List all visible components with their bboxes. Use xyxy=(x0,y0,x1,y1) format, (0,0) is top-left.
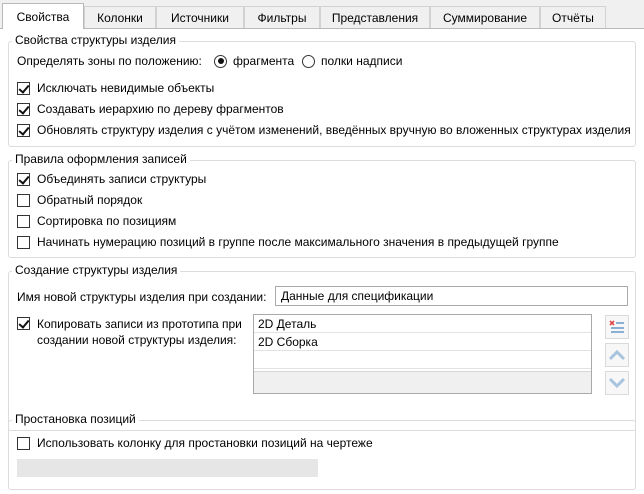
tab-columns[interactable]: Колонки xyxy=(84,6,156,28)
checkbox-label: Сортировка по позициям xyxy=(37,214,177,228)
use-column-checkbox[interactable]: Использовать колонку для простановки поз… xyxy=(17,436,373,450)
arrow-down-icon xyxy=(608,377,626,389)
column-select-disabled[interactable] xyxy=(17,459,318,477)
checkbox-label: Начинать нумерацию позиций в группе посл… xyxy=(37,235,559,249)
checkbox-label: Обратный порядок xyxy=(37,193,143,207)
update-structure-checkbox[interactable]: Обновлять структуру изделия с учётом изм… xyxy=(17,123,631,137)
checkbox-label: Создавать иерархию по дереву фрагментов xyxy=(37,102,284,116)
name-label-row: Имя новой структуры изделия при создании… xyxy=(17,290,266,304)
radio-fragment[interactable]: фрагмента xyxy=(214,54,294,68)
tab-bar: Свойства Колонки Источники Фильтры Предс… xyxy=(0,0,644,29)
checkbox-control[interactable] xyxy=(17,81,30,95)
copy-records-checkbox[interactable]: Копировать записи из прототипа при созда… xyxy=(17,316,252,348)
tab-sources[interactable]: Источники xyxy=(156,6,244,28)
checkbox-control[interactable] xyxy=(17,235,30,249)
arrow-up-icon xyxy=(608,349,626,361)
numbering-checkbox[interactable]: Начинать нумерацию позиций в группе посл… xyxy=(17,235,559,249)
checkbox-label: Копировать записи из прототипа при созда… xyxy=(37,317,242,347)
merge-records-checkbox[interactable]: Объединять записи структуры xyxy=(17,172,206,186)
radio-fragment-control[interactable] xyxy=(214,54,227,68)
delete-list-icon xyxy=(609,320,624,333)
structure-name-input[interactable]: Данные для спецификации xyxy=(275,286,628,306)
record-rules-group: Правила оформления записей Объединять за… xyxy=(8,152,636,258)
checkbox-label: Обновлять структуру изделия с учётом изм… xyxy=(37,123,631,137)
checkbox-control[interactable] xyxy=(17,102,30,116)
list-item[interactable]: 2D Деталь xyxy=(254,315,591,333)
radio-fragment-label: фрагмента xyxy=(233,54,295,68)
group-title: Правила оформления записей xyxy=(12,152,190,166)
radio-title-fields-control[interactable] xyxy=(302,54,315,68)
prototype-list[interactable]: 2D Деталь 2D Сборка xyxy=(253,314,592,394)
checkbox-label: Объединять записи структуры xyxy=(37,172,207,186)
checkbox-label: Исключать невидимые объекты xyxy=(37,81,215,95)
tab-views[interactable]: Представления xyxy=(320,6,430,28)
group-title: Свойства структуры изделия xyxy=(12,33,179,47)
structure-properties-group: Свойства структуры изделия Определять зо… xyxy=(8,33,636,147)
move-up-button[interactable] xyxy=(605,343,629,367)
list-item-empty[interactable] xyxy=(254,351,591,369)
radio-title-fields-label: полки надписи xyxy=(321,54,403,68)
checkbox-control[interactable] xyxy=(17,214,30,228)
reverse-order-checkbox[interactable]: Обратный порядок xyxy=(17,193,142,207)
structure-creation-group: Создание структуры изделия Имя новой стр… xyxy=(8,263,636,431)
sort-by-position-checkbox[interactable]: Сортировка по позициям xyxy=(17,214,176,228)
tab-properties[interactable]: Свойства xyxy=(2,3,84,29)
checkbox-control[interactable] xyxy=(17,317,30,330)
group-title: Создание структуры изделия xyxy=(12,263,181,277)
radio-title-fields[interactable]: полки надписи xyxy=(302,54,402,68)
delete-item-button[interactable] xyxy=(605,315,629,339)
move-down-button[interactable] xyxy=(605,371,629,395)
create-hierarchy-checkbox[interactable]: Создавать иерархию по дереву фрагментов xyxy=(17,102,284,116)
tab-reports[interactable]: Отчёты xyxy=(540,6,606,28)
properties-panel: Свойства структуры изделия Определять зо… xyxy=(0,28,644,494)
tab-filters[interactable]: Фильтры xyxy=(244,6,320,28)
list-footer xyxy=(254,371,591,393)
checkbox-control[interactable] xyxy=(17,193,30,207)
checkbox-control[interactable] xyxy=(17,436,30,450)
tab-summation[interactable]: Суммирование xyxy=(430,6,540,28)
position-placement-group: Простановка позиций Использовать колонку… xyxy=(8,412,636,490)
exclude-invisible-checkbox[interactable]: Исключать невидимые объекты xyxy=(17,81,214,95)
zones-label: Определять зоны по положению: xyxy=(17,54,202,68)
checkbox-label: Использовать колонку для простановки поз… xyxy=(37,436,373,450)
checkbox-control[interactable] xyxy=(17,123,30,137)
zones-row: Определять зоны по положению: xyxy=(17,54,202,68)
group-title: Простановка позиций xyxy=(12,412,139,426)
checkbox-control[interactable] xyxy=(17,172,30,186)
list-item[interactable]: 2D Сборка xyxy=(254,333,591,351)
structure-name-label: Имя новой структуры изделия при создании… xyxy=(17,290,267,304)
